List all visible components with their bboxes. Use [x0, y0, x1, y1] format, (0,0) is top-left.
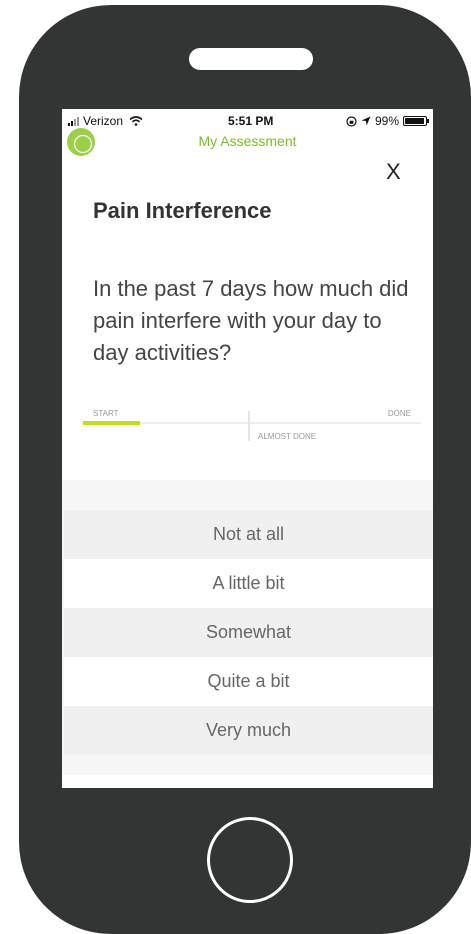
option-not-at-all[interactable]: Not at all: [64, 510, 433, 559]
location-arrow-icon: [361, 116, 371, 126]
home-button[interactable]: [207, 817, 293, 903]
question-text: In the past 7 days how much did pain int…: [93, 276, 409, 365]
option-very-much[interactable]: Very much: [64, 706, 433, 755]
signal-icon: [68, 116, 79, 126]
status-right: 99%: [346, 114, 429, 128]
phone-speaker: [189, 48, 313, 70]
answer-options-area: Not at all A little bit Somewhat Quite a…: [62, 480, 433, 775]
progress-almost-done-marker: [248, 411, 250, 441]
status-bar: Verizon 5:51 PM 99%: [62, 109, 433, 131]
answer-options-list: Not at all A little bit Somewhat Quite a…: [64, 510, 433, 755]
option-quite-a-bit[interactable]: Quite a bit: [64, 657, 433, 706]
app-title: My Assessment: [198, 133, 297, 149]
battery-label: 99%: [374, 114, 399, 128]
progress-done-label: DONE: [387, 409, 411, 418]
lock-rotation-icon: [346, 115, 357, 127]
section-title: Pain Interference: [93, 198, 272, 223]
app-screen: Verizon 5:51 PM 99% My Assessment X Pain…: [62, 109, 433, 788]
progress-almost-done-label: ALMOST DONE: [258, 432, 317, 441]
progress-start-label: START: [93, 409, 119, 418]
progress-bar: START DONE ALMOST DONE: [83, 409, 421, 449]
option-somewhat[interactable]: Somewhat: [64, 608, 433, 657]
option-a-little-bit[interactable]: A little bit: [64, 559, 433, 608]
status-time: 5:51 PM: [228, 114, 274, 128]
close-button[interactable]: X: [386, 159, 401, 185]
wifi-icon: [129, 116, 143, 126]
carrier-label: Verizon: [83, 114, 124, 128]
status-carrier: Verizon: [68, 114, 143, 128]
progress-fill: [83, 421, 141, 425]
battery-icon: [403, 116, 429, 126]
